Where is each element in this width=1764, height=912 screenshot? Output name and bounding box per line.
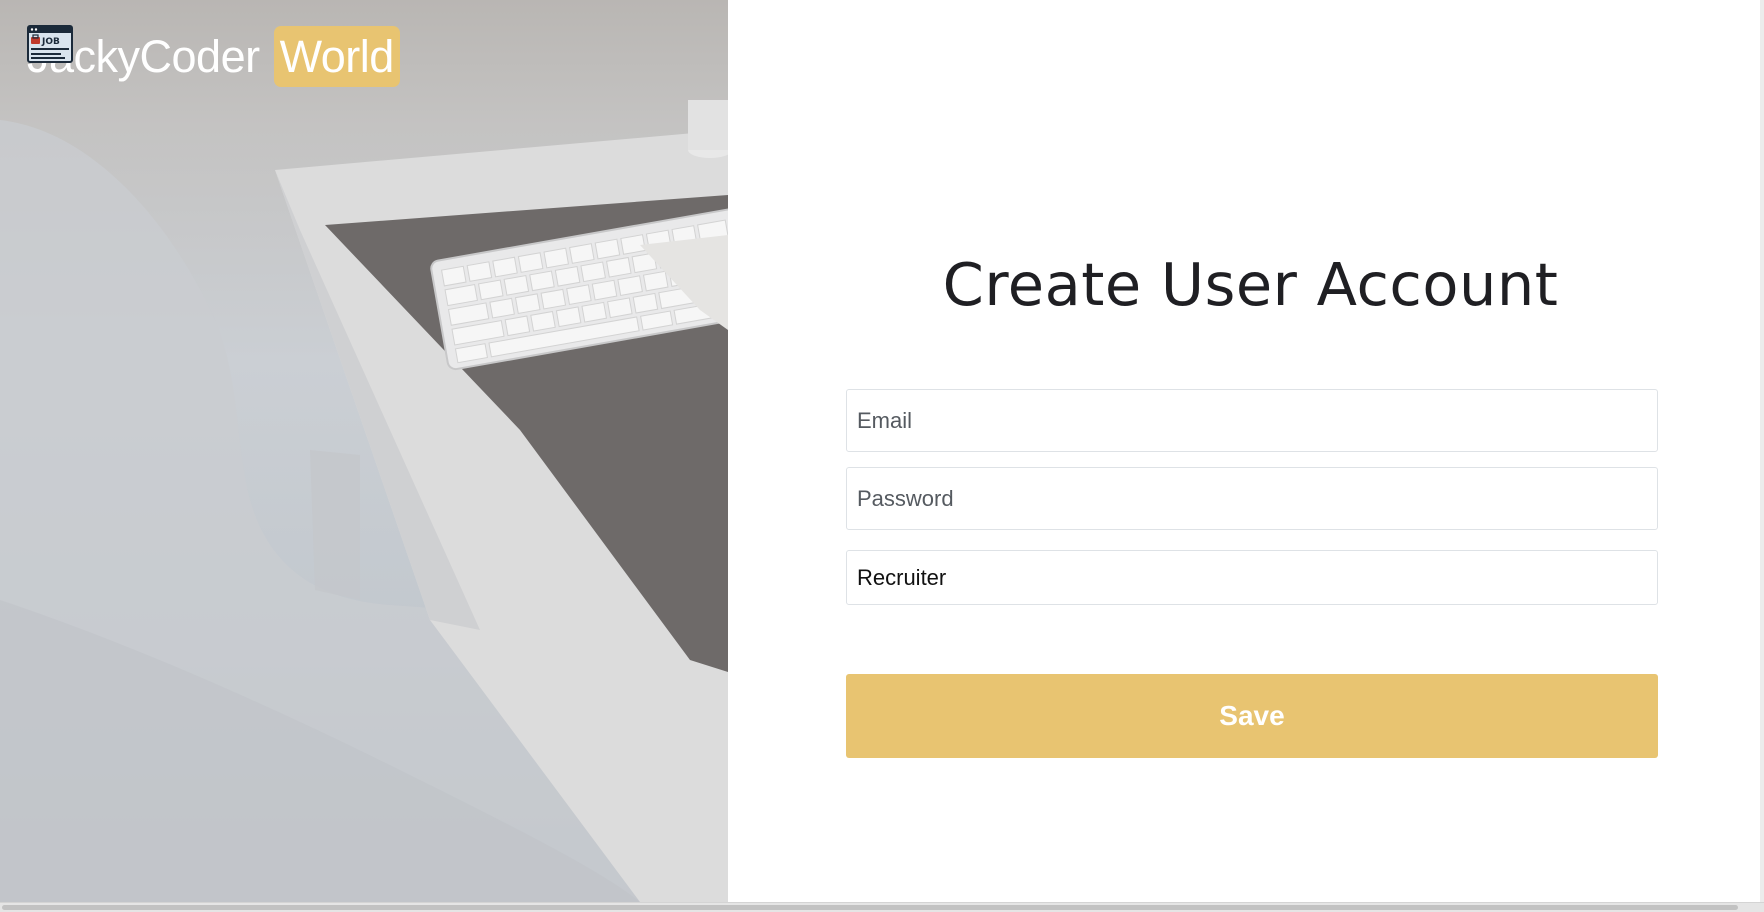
desk-illustration xyxy=(0,100,728,902)
job-listing-icon: JOB xyxy=(27,25,73,63)
panel-edge xyxy=(1760,0,1764,902)
email-field[interactable] xyxy=(846,389,1658,452)
hero-background-photo: JOB JackyCoder World xyxy=(0,0,728,902)
page-title: Create User Account xyxy=(942,250,1559,319)
scrollbar-thumb[interactable] xyxy=(2,905,1738,910)
brand-highlight: World xyxy=(273,25,400,87)
password-field[interactable] xyxy=(846,467,1658,530)
logo-text: JOB xyxy=(41,37,60,47)
brand-logo-link[interactable]: JOB JackyCoder World xyxy=(27,25,400,87)
save-button[interactable]: Save xyxy=(846,674,1658,758)
user-role-select[interactable]: Recruiter xyxy=(846,550,1658,605)
